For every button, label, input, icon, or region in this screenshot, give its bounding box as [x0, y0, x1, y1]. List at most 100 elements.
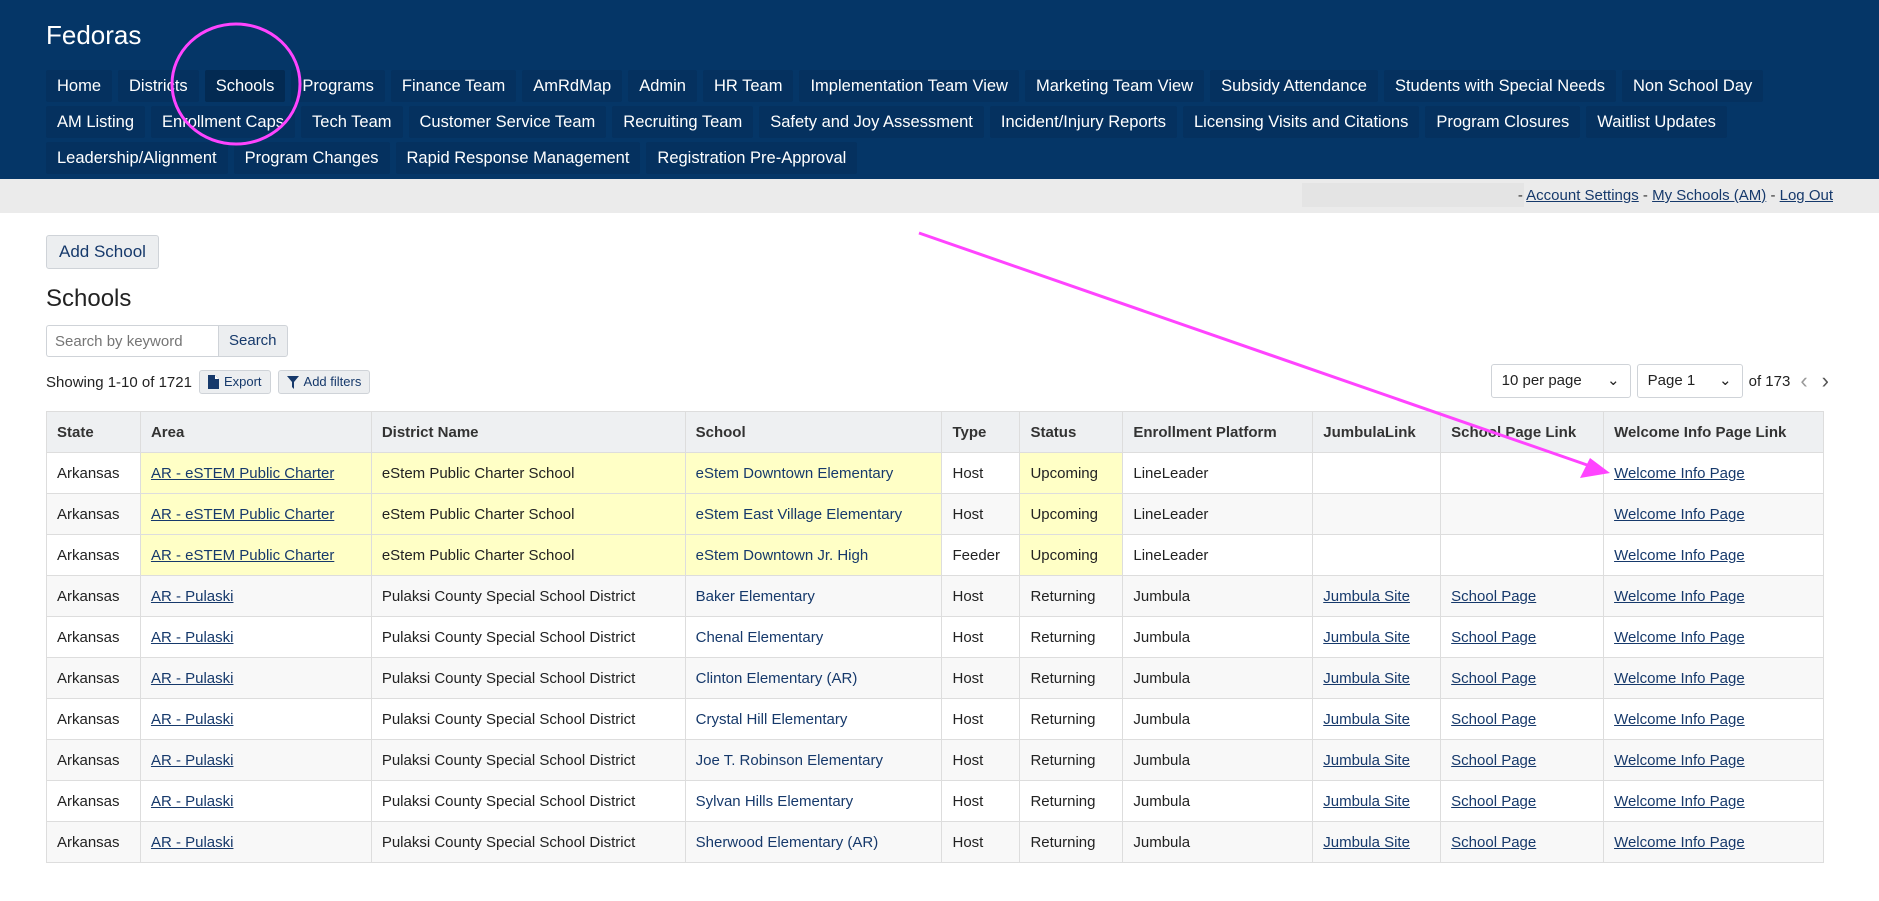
area-link[interactable]: AR - Pulaski: [151, 752, 234, 769]
next-page-icon[interactable]: ›: [1818, 368, 1833, 394]
nav-schools[interactable]: Schools: [204, 70, 286, 102]
school-link[interactable]: Sherwood Elementary (AR): [696, 834, 879, 851]
column-header[interactable]: JumbulaLink: [1312, 411, 1442, 453]
log-out-link[interactable]: Log Out: [1780, 187, 1833, 204]
jumbula-link[interactable]: Jumbula Site: [1323, 670, 1410, 687]
account-settings-link[interactable]: Account Settings: [1526, 187, 1639, 204]
school-link[interactable]: Chenal Elementary: [696, 629, 824, 646]
nav-tech-team[interactable]: Tech Team: [301, 106, 403, 138]
nav-districts[interactable]: Districts: [118, 70, 199, 102]
nav-customer-service-team[interactable]: Customer Service Team: [408, 106, 607, 138]
jumbula-link[interactable]: Jumbula Site: [1323, 793, 1410, 810]
nav-implementation-team-view[interactable]: Implementation Team View: [799, 70, 1019, 102]
welcome-link[interactable]: Welcome Info Page: [1614, 670, 1745, 687]
cell-state: Arkansas: [46, 534, 141, 576]
school-page-link[interactable]: School Page: [1451, 793, 1536, 810]
jumbula-link[interactable]: Jumbula Site: [1323, 629, 1410, 646]
status-text: Returning: [1030, 792, 1096, 810]
prev-page-icon[interactable]: ‹: [1796, 368, 1811, 394]
nav-safety-and-joy-assessment[interactable]: Safety and Joy Assessment: [759, 106, 984, 138]
nav-program-closures[interactable]: Program Closures: [1425, 106, 1581, 138]
jumbula-link[interactable]: Jumbula Site: [1323, 711, 1410, 728]
cell-school-page: School Page: [1440, 616, 1605, 658]
nav-program-changes[interactable]: Program Changes: [233, 142, 390, 174]
school-page-link[interactable]: School Page: [1451, 752, 1536, 769]
school-page-link[interactable]: School Page: [1451, 670, 1536, 687]
area-link[interactable]: AR - Pulaski: [151, 834, 234, 851]
school-link[interactable]: Sylvan Hills Elementary: [696, 793, 854, 810]
welcome-link[interactable]: Welcome Info Page: [1614, 547, 1745, 564]
welcome-link[interactable]: Welcome Info Page: [1614, 588, 1745, 605]
per-page-select[interactable]: 10 per page ⌄: [1490, 364, 1631, 398]
area-link[interactable]: AR - Pulaski: [151, 588, 234, 605]
jumbula-link[interactable]: Jumbula Site: [1323, 588, 1410, 605]
area-link[interactable]: AR - eSTEM Public Charter: [151, 506, 334, 523]
column-header[interactable]: Area: [139, 411, 372, 453]
school-link[interactable]: Baker Elementary: [696, 588, 815, 605]
school-page-link[interactable]: School Page: [1451, 834, 1536, 851]
welcome-link[interactable]: Welcome Info Page: [1614, 506, 1745, 523]
nav-licensing-visits-and-citations[interactable]: Licensing Visits and Citations: [1183, 106, 1420, 138]
column-header[interactable]: School Page Link: [1440, 411, 1605, 453]
area-link[interactable]: AR - Pulaski: [151, 629, 234, 646]
column-header[interactable]: Type: [941, 411, 1021, 453]
area-link[interactable]: AR - Pulaski: [151, 670, 234, 687]
column-header[interactable]: Status: [1019, 411, 1124, 453]
nav-waitlist-updates[interactable]: Waitlist Updates: [1586, 106, 1727, 138]
page-select[interactable]: Page 1 ⌄: [1636, 364, 1743, 398]
school-page-link[interactable]: School Page: [1451, 711, 1536, 728]
school-page-link[interactable]: School Page: [1451, 629, 1536, 646]
welcome-link[interactable]: Welcome Info Page: [1614, 465, 1745, 482]
nav-students-with-special-needs[interactable]: Students with Special Needs: [1383, 70, 1617, 102]
welcome-link[interactable]: Welcome Info Page: [1614, 834, 1745, 851]
jumbula-link[interactable]: Jumbula Site: [1323, 834, 1410, 851]
nav-non-school-day[interactable]: Non School Day: [1622, 70, 1764, 102]
export-button[interactable]: Export: [198, 370, 271, 394]
school-link[interactable]: eStem East Village Elementary: [696, 506, 903, 523]
nav-finance-team[interactable]: Finance Team: [390, 70, 517, 102]
nav-am-listing[interactable]: AM Listing: [46, 106, 146, 138]
school-link[interactable]: eStem Downtown Elementary: [696, 465, 894, 482]
welcome-link[interactable]: Welcome Info Page: [1614, 793, 1745, 810]
area-link[interactable]: AR - eSTEM Public Charter: [151, 547, 334, 564]
area-link[interactable]: AR - eSTEM Public Charter: [151, 465, 334, 482]
area-link[interactable]: AR - Pulaski: [151, 711, 234, 728]
search-input[interactable]: [46, 325, 218, 357]
search-button[interactable]: Search: [218, 325, 288, 357]
my-schools-link[interactable]: My Schools (AM): [1652, 187, 1766, 204]
nav-subsidy-attendance[interactable]: Subsidy Attendance: [1210, 70, 1378, 102]
column-header[interactable]: State: [46, 411, 141, 453]
nav-hr-team[interactable]: HR Team: [703, 70, 794, 102]
nav-incident-injury-reports[interactable]: Incident/Injury Reports: [989, 106, 1177, 138]
nav-recruiting-team[interactable]: Recruiting Team: [612, 106, 754, 138]
area-link[interactable]: AR - Pulaski: [151, 793, 234, 810]
welcome-link[interactable]: Welcome Info Page: [1614, 629, 1745, 646]
nav-home[interactable]: Home: [46, 70, 113, 102]
jumbula-link[interactable]: Jumbula Site: [1323, 752, 1410, 769]
nav-amrdmap[interactable]: AmRdMap: [522, 70, 623, 102]
state-text: Arkansas: [57, 505, 120, 523]
nav-leadership-alignment[interactable]: Leadership/Alignment: [46, 142, 228, 174]
add-filters-button[interactable]: Add filters: [277, 370, 371, 394]
nav-registration-pre-approval[interactable]: Registration Pre-Approval: [646, 142, 858, 174]
add-school-button[interactable]: Add School: [46, 235, 159, 269]
column-header[interactable]: District Name: [370, 411, 686, 453]
district-text: Pulaksi County Special School District: [381, 587, 636, 605]
nav-admin[interactable]: Admin: [628, 70, 697, 102]
school-page-link[interactable]: School Page: [1451, 588, 1536, 605]
column-header[interactable]: Welcome Info Page Link: [1603, 411, 1824, 453]
school-link[interactable]: Joe T. Robinson Elementary: [696, 752, 883, 769]
school-link[interactable]: eStem Downtown Jr. High: [696, 547, 869, 564]
separator: -: [1770, 187, 1776, 204]
nav-rapid-response-management[interactable]: Rapid Response Management: [395, 142, 641, 174]
column-header[interactable]: Enrollment Platform: [1122, 411, 1314, 453]
nav-marketing-team-view[interactable]: Marketing Team View: [1024, 70, 1205, 102]
welcome-link[interactable]: Welcome Info Page: [1614, 711, 1745, 728]
nav-programs[interactable]: Programs: [291, 70, 385, 102]
nav-enrollment-caps[interactable]: Enrollment Caps: [151, 106, 296, 138]
welcome-link[interactable]: Welcome Info Page: [1614, 752, 1745, 769]
school-link[interactable]: Clinton Elementary (AR): [696, 670, 858, 687]
school-link[interactable]: Crystal Hill Elementary: [696, 711, 848, 728]
column-header[interactable]: School: [684, 411, 943, 453]
filter-icon: [286, 375, 299, 389]
